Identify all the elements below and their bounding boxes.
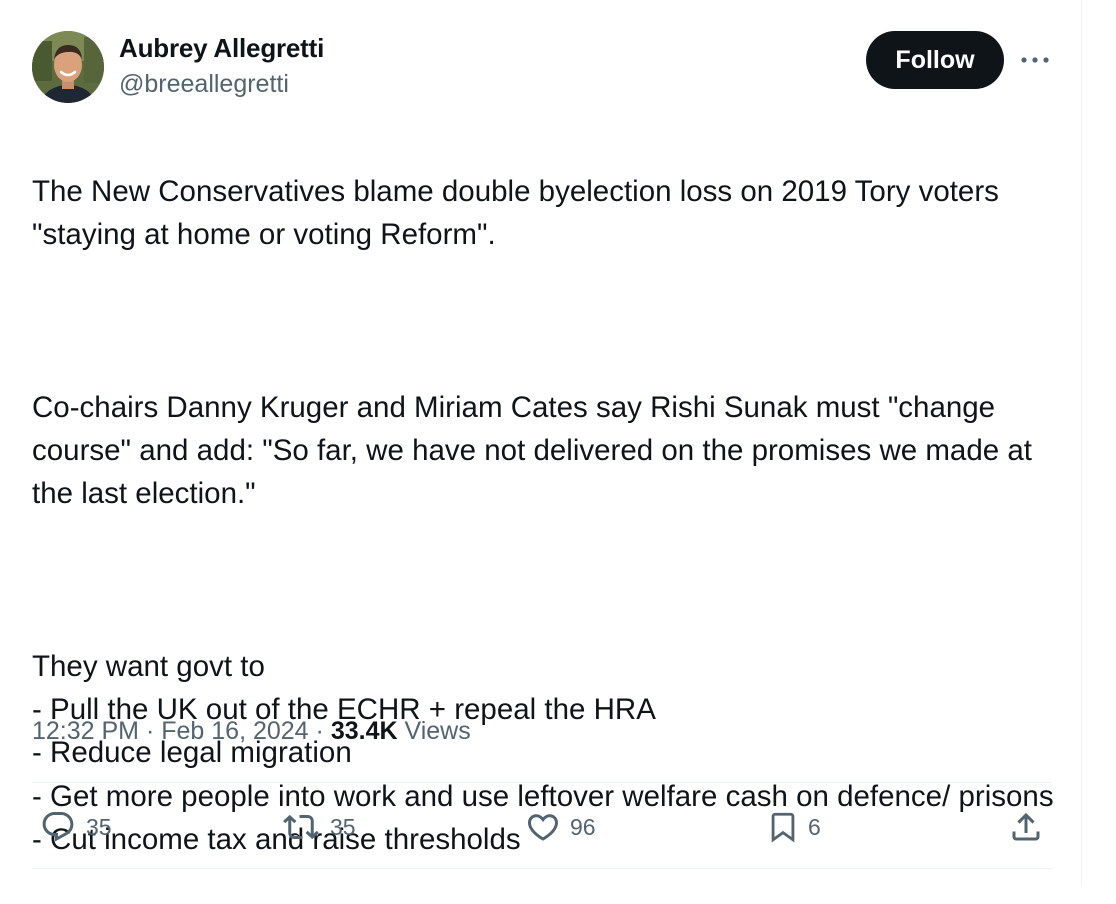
avatar-photo xyxy=(32,31,104,103)
divider xyxy=(32,868,1052,869)
repost-icon xyxy=(283,814,319,840)
like-button[interactable]: 96 xyxy=(524,807,596,847)
tweet-card: Aubrey Allegretti @breeallegretti Follow… xyxy=(0,0,1082,886)
like-icon xyxy=(527,814,559,841)
tweet-metadata: 12:32 PM · Feb 16, 2024 · 33.4K Views xyxy=(32,717,471,746)
meta-separator: · xyxy=(145,717,155,745)
tweet-time[interactable]: 12:32 PM xyxy=(32,717,139,745)
paragraph-spacer xyxy=(32,559,1062,602)
bookmark-icon xyxy=(771,812,795,843)
repost-button[interactable]: 35 xyxy=(280,807,356,847)
tweet-date[interactable]: Feb 16, 2024 xyxy=(161,717,308,745)
share-icon xyxy=(1012,812,1040,841)
more-horizontal-icon xyxy=(1021,57,1049,63)
divider xyxy=(32,782,1052,783)
avatar[interactable] xyxy=(32,31,104,103)
follow-button[interactable]: Follow xyxy=(866,31,1004,89)
paragraph-spacer xyxy=(32,300,1062,343)
reply-count: 35 xyxy=(86,813,112,840)
tweet-paragraph: The New Conservatives blame double byele… xyxy=(32,175,999,252)
author-handle[interactable]: @breeallegretti xyxy=(119,70,289,99)
share-button[interactable] xyxy=(1008,807,1044,847)
like-count: 96 xyxy=(570,813,596,840)
views-label: Views xyxy=(404,717,471,745)
author-display-name[interactable]: Aubrey Allegretti xyxy=(119,33,324,64)
bookmark-button[interactable]: 6 xyxy=(766,807,821,847)
meta-separator: · xyxy=(315,717,324,745)
repost-count: 35 xyxy=(330,813,356,840)
tweet-paragraph: Co-chairs Danny Kruger and Miriam Cates … xyxy=(32,391,1032,511)
bookmark-count: 6 xyxy=(808,813,821,840)
tweet-text: The New Conservatives blame double byele… xyxy=(32,127,1062,904)
reply-icon xyxy=(42,812,74,842)
reply-button[interactable]: 35 xyxy=(38,807,112,847)
views-count: 33.4K xyxy=(330,717,398,745)
more-options-button[interactable] xyxy=(1018,44,1052,76)
